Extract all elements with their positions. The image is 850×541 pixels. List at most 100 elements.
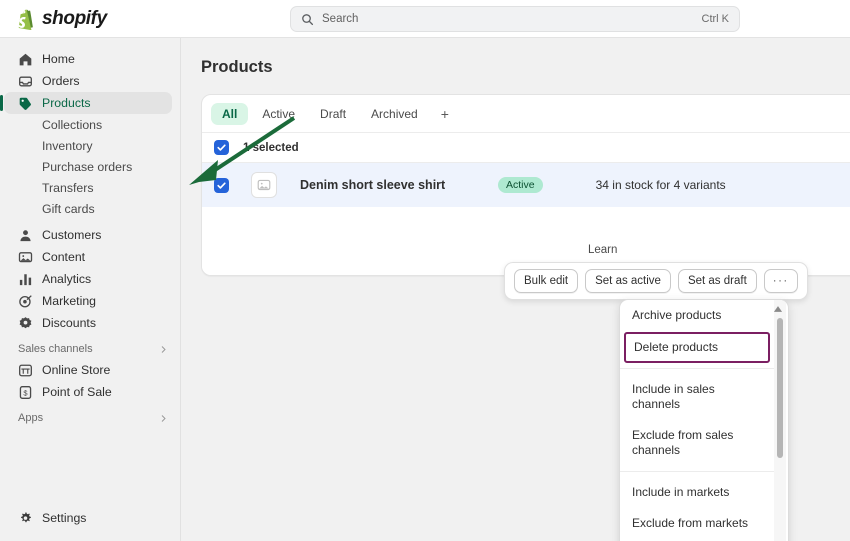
- sidebar-section-label: Sales channels: [18, 343, 93, 355]
- search-shortcut-hint: Ctrl K: [702, 13, 730, 25]
- page-title: Products: [181, 38, 850, 77]
- search-placeholder: Search: [322, 13, 702, 25]
- online-store-icon: [18, 363, 33, 378]
- sidebar-item-home[interactable]: Home: [4, 48, 172, 70]
- product-status-tabs: All Active Draft Archived +: [202, 95, 850, 133]
- menu-divider: [620, 471, 776, 472]
- sidebar-item-discounts[interactable]: Discounts: [4, 312, 172, 334]
- chevron-right-icon: [159, 414, 168, 423]
- set-as-active-button[interactable]: Set as active: [585, 269, 671, 293]
- sidebar-subitem-label: Transfers: [42, 181, 93, 195]
- search-icon: [301, 13, 314, 26]
- image-placeholder-icon: [257, 178, 271, 192]
- sidebar-item-products[interactable]: Products: [4, 92, 172, 114]
- gear-icon: [18, 511, 33, 526]
- shopify-bag-icon: [14, 7, 35, 30]
- sidebar-item-content[interactable]: Content: [4, 246, 172, 268]
- home-icon: [18, 52, 33, 67]
- sidebar-section-sales-channels[interactable]: Sales channels: [4, 339, 168, 359]
- sidebar-item-label: Customers: [42, 228, 101, 242]
- sidebar-nav: Home Orders Products Collections Invento…: [0, 38, 181, 541]
- more-actions-button[interactable]: ···: [764, 269, 798, 293]
- sidebar-item-inventory[interactable]: Inventory: [4, 135, 172, 156]
- menu-item-include-in-sales-channels[interactable]: Include in sales channels: [620, 374, 776, 420]
- content-media-icon: [18, 250, 33, 265]
- customer-person-icon: [18, 228, 33, 243]
- sidebar-item-orders[interactable]: Orders: [4, 70, 172, 92]
- sidebar-item-online-store[interactable]: Online Store: [4, 359, 172, 381]
- marketing-target-icon: [18, 294, 33, 309]
- sidebar-subitem-label: Collections: [42, 118, 102, 132]
- tab-draft[interactable]: Draft: [309, 103, 357, 125]
- sidebar-item-point-of-sale[interactable]: $ Point of Sale: [4, 381, 172, 403]
- checkmark-icon: [216, 180, 227, 191]
- bulk-actions-toolbar: Bulk edit Set as active Set as draft ···: [504, 262, 808, 300]
- scroll-up-arrow-icon[interactable]: [772, 302, 784, 316]
- main-content: Products All Active Draft Archived + 1 s…: [181, 38, 850, 541]
- analytics-bars-icon: [18, 272, 33, 287]
- sidebar-section-label: Apps: [18, 412, 43, 424]
- scrollbar-thumb[interactable]: [777, 318, 783, 458]
- selection-bar: 1 selected: [202, 133, 850, 163]
- menu-item-exclude-from-sales-channels[interactable]: Exclude from sales channels: [620, 420, 776, 466]
- sidebar-item-label: Online Store: [42, 363, 110, 377]
- inventory-text: 34 in stock for 4 variants: [596, 178, 726, 192]
- shopify-admin-products-page: shopify Search Ctrl K Home Orders: [0, 0, 850, 541]
- tab-all[interactable]: All: [211, 103, 248, 125]
- sidebar-item-purchase-orders[interactable]: Purchase orders: [4, 156, 172, 177]
- selected-count-label: 1 selected: [243, 142, 299, 154]
- sidebar-item-transfers[interactable]: Transfers: [4, 177, 172, 198]
- sidebar-item-label: Orders: [42, 74, 80, 88]
- brand-name: shopify: [42, 8, 107, 30]
- sidebar-item-analytics[interactable]: Analytics: [4, 268, 172, 290]
- sidebar-subitem-label: Gift cards: [42, 202, 95, 216]
- products-card: All Active Draft Archived + 1 selected: [201, 94, 850, 276]
- sidebar-section-apps[interactable]: Apps: [4, 408, 168, 428]
- learn-text[interactable]: Learn: [588, 244, 617, 256]
- svg-text:$: $: [23, 388, 28, 397]
- row-checkbox[interactable]: [214, 178, 229, 193]
- sidebar-item-label: Content: [42, 250, 85, 264]
- orders-inbox-icon: [18, 74, 33, 89]
- menu-item-archive-products[interactable]: Archive products: [620, 300, 776, 331]
- sidebar-item-gift-cards[interactable]: Gift cards: [4, 198, 172, 219]
- sidebar-item-label: Products: [42, 96, 91, 110]
- discounts-badge-icon: [18, 316, 33, 331]
- product-thumbnail: [251, 172, 277, 198]
- shopify-logo[interactable]: shopify: [0, 7, 270, 30]
- table-row[interactable]: Denim short sleeve shirt Active 34 in st…: [202, 163, 850, 207]
- status-badge: Active: [498, 177, 543, 193]
- sidebar-item-marketing[interactable]: Marketing: [4, 290, 172, 312]
- sidebar-item-label: Point of Sale: [42, 385, 112, 399]
- checkmark-icon: [216, 142, 227, 153]
- sidebar-item-label: Analytics: [42, 272, 91, 286]
- chevron-right-icon: [159, 345, 168, 354]
- menu-item-exclude-from-markets[interactable]: Exclude from markets: [620, 508, 776, 539]
- tab-active[interactable]: Active: [251, 103, 306, 125]
- search-input[interactable]: Search Ctrl K: [290, 6, 740, 32]
- sidebar-item-label: Discounts: [42, 316, 96, 330]
- product-name[interactable]: Denim short sleeve shirt: [300, 178, 498, 192]
- tab-archived[interactable]: Archived: [360, 103, 429, 125]
- add-tab-button[interactable]: +: [432, 104, 458, 124]
- menu-divider: [620, 368, 776, 369]
- sidebar-item-customers[interactable]: Customers: [4, 224, 172, 246]
- sidebar-item-collections[interactable]: Collections: [4, 114, 172, 135]
- set-as-draft-button[interactable]: Set as draft: [678, 269, 757, 293]
- sidebar-item-label: Marketing: [42, 294, 96, 308]
- sidebar-subitem-label: Purchase orders: [42, 160, 132, 174]
- top-bar: shopify Search Ctrl K: [0, 0, 850, 38]
- products-tag-icon: [18, 96, 33, 111]
- menu-scroll-area: Archive products Delete products Include…: [620, 300, 776, 541]
- sidebar-item-label: Home: [42, 52, 75, 66]
- point-of-sale-icon: $: [18, 385, 33, 400]
- menu-item-delete-products[interactable]: Delete products: [624, 332, 770, 363]
- bulk-edit-button[interactable]: Bulk edit: [514, 269, 578, 293]
- sidebar-item-label: Settings: [42, 511, 86, 525]
- menu-scrollbar[interactable]: [774, 300, 786, 541]
- more-actions-dropdown-menu: Archive products Delete products Include…: [619, 299, 789, 541]
- menu-item-include-in-markets[interactable]: Include in markets: [620, 477, 776, 508]
- sidebar-item-settings[interactable]: Settings: [4, 507, 86, 529]
- sidebar-subitem-label: Inventory: [42, 139, 93, 153]
- select-all-checkbox[interactable]: [214, 140, 229, 155]
